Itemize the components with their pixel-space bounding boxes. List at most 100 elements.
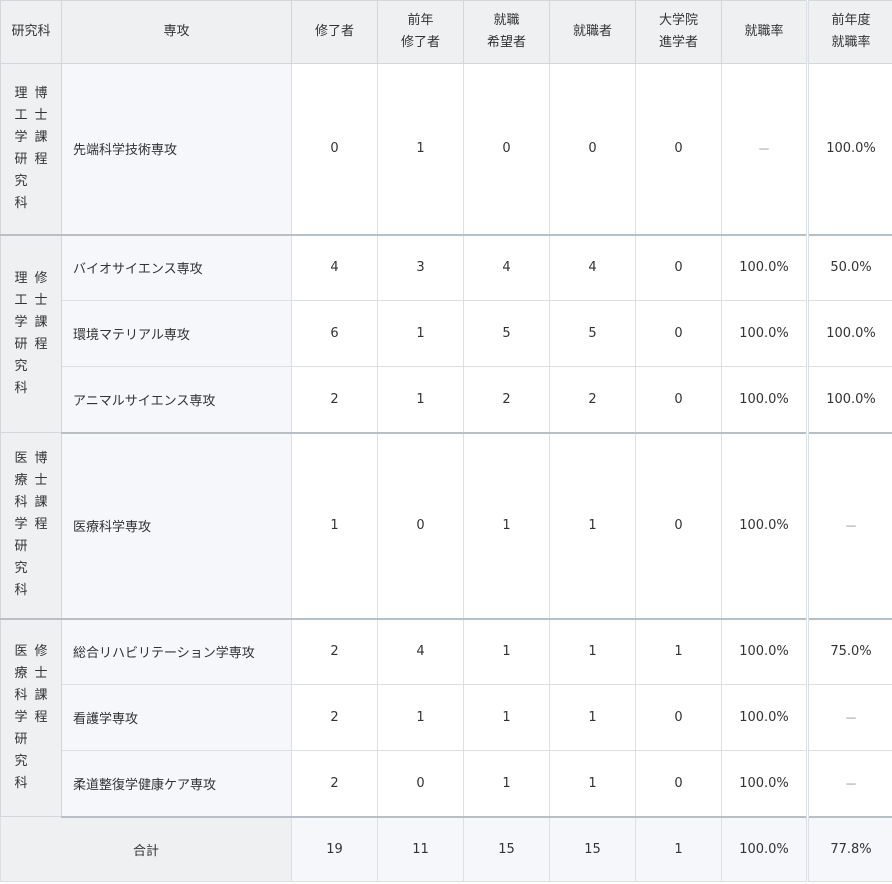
header-prev-rate: 前年度 就職率 [806,0,892,64]
cell-rate: 100.0% [721,234,808,301]
table-row: 理工学研究科博士課程先端科学技術専攻 0 1 0 0 0 － 100.0% [0,63,892,236]
graduate-school-cell: 理工学研究科修士課程 [0,234,62,433]
major-name: 先端科学技術専攻 [61,63,292,236]
table-row: 理工学研究科修士課程バイオサイエンス専攻 4 3 4 4 0 100.0% 50.0% [0,234,892,433]
cell-job-seekers: 1 [463,432,550,620]
major-name: 環境マテリアル専攻 [61,300,292,367]
cell-grad-school: 0 [635,234,722,301]
major-name: 看護学専攻 [61,684,292,751]
cell-job-seekers: 2 [463,366,550,434]
cell-employed: 5 [549,300,636,367]
total-prev-completed: 11 [377,816,464,882]
cell-job-seekers: 1 [463,618,550,685]
course-name: 博士課程 [34,451,48,533]
table-row: 看護学専攻 2 1 1 1 0 100.0% － [1,684,892,751]
table-row: 医療科学研究科博士課程医療科学専攻 1 0 1 1 0 100.0% － [0,432,892,620]
cell-employed: 1 [549,432,636,620]
cell-prev-rate: 50.0% [806,234,892,301]
cell-prev-completed: 1 [377,684,464,751]
cell-completed: 6 [291,300,378,367]
total-job-seekers: 15 [463,816,550,882]
cell-prev-completed: 0 [377,432,464,620]
cell-job-seekers: 5 [463,300,550,367]
cell-prev-completed: 1 [377,366,464,434]
total-label: 合計 [0,816,292,882]
cell-employed: 1 [549,684,636,751]
major-name: 総合リハビリテーション学専攻 [61,618,292,685]
cell-job-seekers: 0 [463,63,550,236]
cell-completed: 2 [291,366,378,434]
cell-prev-rate: － [806,684,892,751]
major-name: 柔道整復学健康ケア専攻 [61,750,292,818]
major-name: バイオサイエンス専攻 [61,234,292,301]
cell-completed: 2 [291,684,378,751]
cell-prev-rate: 75.0% [806,618,892,685]
graduate-school-name: 理工学研究科 [14,85,28,211]
cell-job-seekers: 1 [463,684,550,751]
major-name: 医療科学専攻 [61,432,292,620]
cell-prev-completed: 0 [377,750,464,818]
graduate-school-name: 医療科学研究科 [14,451,28,599]
cell-employed: 1 [549,618,636,685]
cell-grad-school: 0 [635,63,722,236]
cell-grad-school: 0 [635,750,722,818]
cell-rate: 100.0% [721,366,808,434]
cell-grad-school: 0 [635,366,722,434]
table-row: 環境マテリアル専攻 6 1 5 5 0 100.0% 100.0% [1,300,892,367]
cell-completed: 0 [291,63,378,236]
cell-prev-rate: 100.0% [806,63,892,236]
cell-prev-rate: 100.0% [806,300,892,367]
employment-table: 研究科 専攻 修了者 前年 修了者 就職 希望者 就職者 大学院 進学者 就職率 前年… [0,0,892,882]
major-name: アニマルサイエンス専攻 [61,366,292,434]
cell-prev-rate: － [806,750,892,818]
header-major: 専攻 [61,0,292,64]
table-row: 医療科学研究科修士課程総合リハビリテーション学専攻 2 4 1 1 1 100.0% 75.0… [0,618,892,817]
graduate-school-name: 理工学研究科 [14,270,28,396]
cell-completed: 2 [291,618,378,685]
cell-grad-school: 0 [635,432,722,620]
cell-employed: 0 [549,63,636,236]
course-name: 博士課程 [34,85,48,167]
cell-prev-completed: 4 [377,618,464,685]
header-grad-school: 大学院 進学者 [635,0,722,64]
total-completed: 19 [291,816,378,882]
header-employment-rate: 就職率 [721,0,808,64]
total-row: 合計 19 11 15 15 1 100.0% 77.8% [0,816,892,882]
cell-completed: 2 [291,750,378,818]
course-name: 修士課程 [34,643,48,725]
cell-grad-school: 0 [635,300,722,367]
graduate-school-cell: 理工学研究科博士課程 [0,63,62,236]
cell-employed: 2 [549,366,636,434]
cell-prev-rate: 100.0% [806,366,892,434]
cell-rate: 100.0% [721,432,808,620]
cell-rate: 100.0% [721,300,808,367]
header-row: 研究科 専攻 修了者 前年 修了者 就職 希望者 就職者 大学院 進学者 就職率 前年… [0,0,892,64]
cell-job-seekers: 4 [463,234,550,301]
header-prev-completed: 前年 修了者 [377,0,464,64]
header-job-seekers: 就職 希望者 [463,0,550,64]
header-graduate-school: 研究科 [0,0,62,64]
cell-prev-rate: － [806,432,892,620]
graduate-school-name: 医療科学研究科 [14,643,28,791]
cell-employed: 1 [549,750,636,818]
course-name: 修士課程 [34,270,48,352]
cell-grad-school: 1 [635,618,722,685]
table-body: 理工学研究科博士課程先端科学技術専攻 0 1 0 0 0 － 100.0% 理工学研究科修士課程… [0,63,892,818]
cell-employed: 4 [549,234,636,301]
total-grad-school: 1 [635,816,722,882]
cell-completed: 1 [291,432,378,620]
table-row: 柔道整復学健康ケア専攻 2 0 1 1 0 100.0% － [1,750,892,818]
total-rate: 100.0% [721,816,808,882]
cell-prev-completed: 1 [377,63,464,236]
graduate-school-cell: 医療科学研究科修士課程 [0,618,62,817]
cell-grad-school: 0 [635,684,722,751]
header-completed: 修了者 [291,0,378,64]
header-employed: 就職者 [549,0,636,64]
graduate-school-cell: 医療科学研究科博士課程 [0,432,62,620]
cell-job-seekers: 1 [463,750,550,818]
table-row: アニマルサイエンス専攻 2 1 2 2 0 100.0% 100.0% [1,366,892,434]
cell-prev-completed: 3 [377,234,464,301]
cell-prev-completed: 1 [377,300,464,367]
total-prev-rate: 77.8% [806,816,892,882]
cell-rate: 100.0% [721,618,808,685]
